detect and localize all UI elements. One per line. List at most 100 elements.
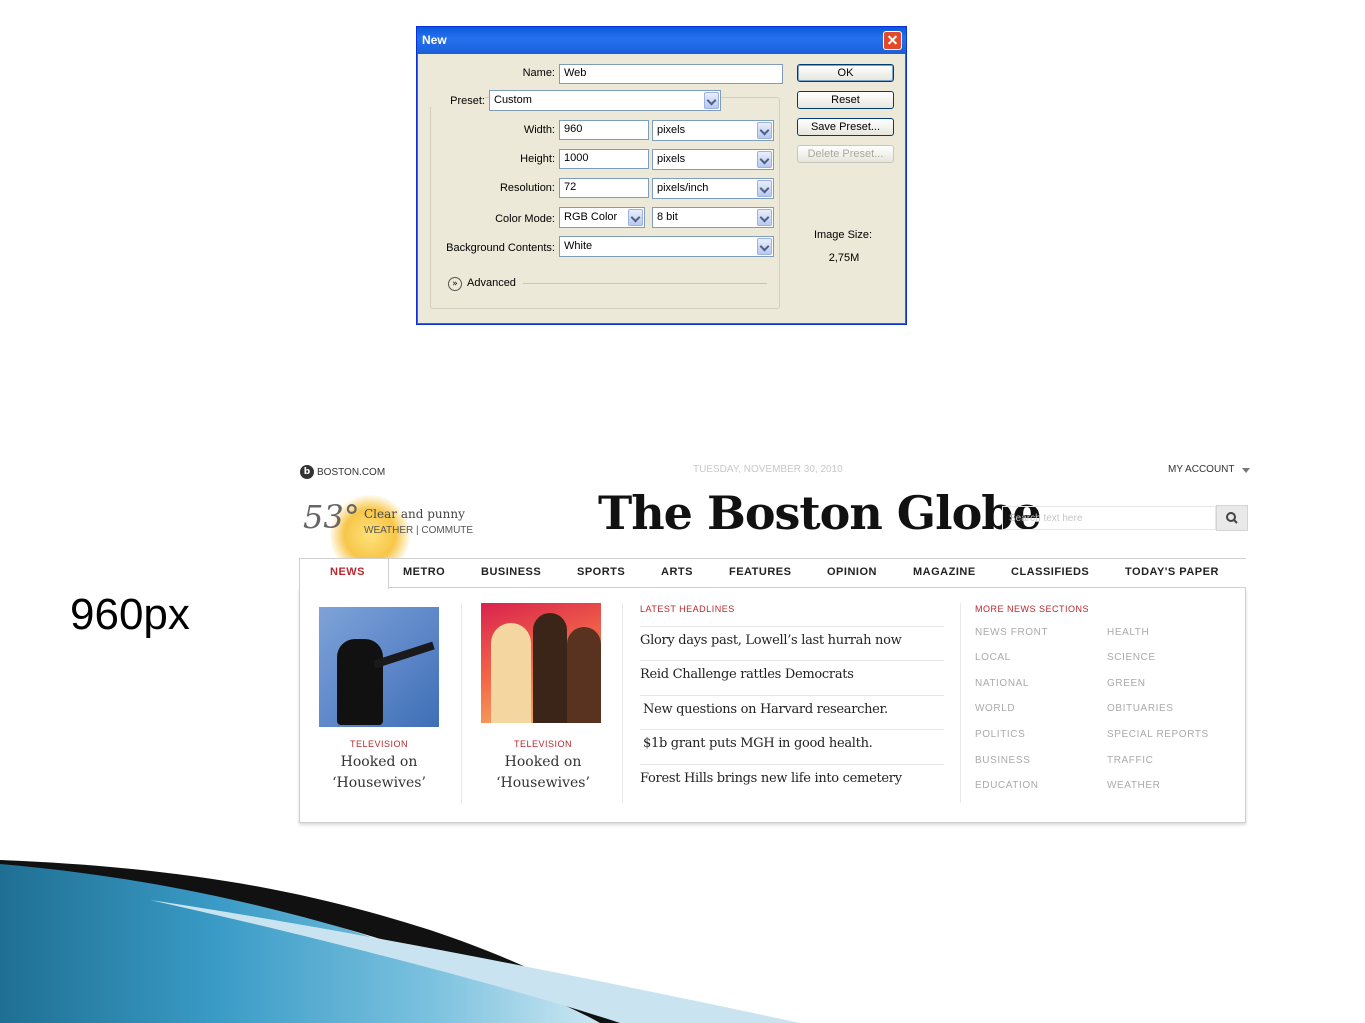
section-link-special-reports[interactable]: SPECIAL REPORTS [1107,729,1209,740]
advanced-label[interactable]: Advanced [467,277,516,289]
resolution-unit-select[interactable]: pixels/inch [652,178,774,199]
latest-headlines-title: LATEST HEADLINES [640,604,735,614]
headline-divider [640,660,944,661]
chevron-down-icon[interactable] [757,238,772,255]
background-contents-select[interactable]: White [559,236,774,257]
save-preset-button[interactable]: Save Preset... [797,118,894,136]
background-contents-value: White [564,240,593,252]
headline-divider [640,729,944,730]
height-unit-select[interactable]: pixels [652,149,774,170]
preset-label: Preset: [430,95,485,107]
story-image-person [491,623,531,723]
headline-2[interactable]: Reid Challenge rattles Democrats [640,667,854,682]
ok-button[interactable]: OK [797,64,894,82]
expand-advanced-icon[interactable]: » [448,277,462,291]
nav-features[interactable]: FEATURES [729,566,791,578]
story-image-2[interactable] [481,603,601,723]
height-unit-value: pixels [657,153,686,165]
resolution-unit-value: pixels/inch [657,182,709,194]
chevron-down-icon[interactable] [628,209,643,226]
bit-depth-select[interactable]: 8 bit [652,207,774,228]
headline-3[interactable]: New questions on Harvard researcher. [643,702,888,717]
dialog-title: New [422,33,447,47]
boston-com-logo-icon: b [300,465,314,479]
weather-commute-links[interactable]: WEATHER | COMMUTE [364,525,473,536]
chevron-down-icon[interactable] [1242,468,1250,473]
column-divider [622,603,623,803]
width-input[interactable]: 960 [559,120,649,140]
boston-com-brand[interactable]: BOSTON.COM [317,467,385,478]
story-1-title-line2: ‘Housewives’ [332,775,426,791]
section-link-education[interactable]: EDUCATION [975,780,1039,791]
story-image-person [533,613,567,723]
story-2-title-line2: ‘Housewives’ [496,775,590,791]
name-label: Name: [522,67,555,79]
section-link-traffic[interactable]: TRAFFIC [1107,755,1153,766]
chevron-down-icon[interactable] [757,209,772,226]
search-button[interactable] [1216,505,1248,531]
slide-swoosh-decoration [0,860,800,1023]
color-mode-value: RGB Color [564,211,618,223]
nav-news[interactable]: NEWS [330,566,365,578]
background-contents-label: Background Contents: [446,242,555,254]
site-date: TUESDAY, NOVEMBER 30, 2010 [693,464,843,475]
headline-divider [640,626,944,627]
story-1-kicker[interactable]: TELEVISION [319,739,439,749]
section-link-politics[interactable]: POLITICS [975,729,1025,740]
story-1-title[interactable]: Hooked on ‘Housewives’ [319,752,439,794]
headline-5[interactable]: Forest Hills brings new life into cemete… [640,771,902,786]
my-account-link[interactable]: MY ACCOUNT [1168,464,1235,475]
headline-divider [640,695,944,696]
site-search-input[interactable]: Search text here [1002,506,1216,530]
section-link-green[interactable]: GREEN [1107,678,1146,689]
resolution-input[interactable]: 72 [559,178,649,198]
color-mode-select[interactable]: RGB Color [559,207,645,228]
bit-depth-value: 8 bit [657,211,678,223]
nav-arts[interactable]: ARTS [661,566,693,578]
width-unit-select[interactable]: pixels [652,120,774,141]
headline-4[interactable]: $1b grant puts MGH in good health. [643,736,873,751]
section-link-science[interactable]: SCIENCE [1107,652,1156,663]
resolution-label: Resolution: [499,182,555,194]
nav-magazine[interactable]: MAGAZINE [913,566,976,578]
masthead-logo[interactable]: The Boston Globe [598,486,1042,540]
nav-classifieds[interactable]: CLASSIFIEDS [1011,566,1089,578]
width-unit-value: pixels [657,124,686,136]
name-input[interactable]: Web [559,64,783,84]
chevron-down-icon[interactable] [704,92,719,109]
nav-metro[interactable]: METRO [403,566,445,578]
advanced-divider [523,283,767,284]
section-link-business[interactable]: BUSINESS [975,755,1030,766]
section-link-local[interactable]: LOCAL [975,652,1011,663]
section-link-news-front[interactable]: NEWS FRONT [975,627,1048,638]
nav-business[interactable]: BUSINESS [481,566,541,578]
reset-button[interactable]: Reset [797,91,894,109]
nav-opinion[interactable]: OPINION [827,566,877,578]
preset-select[interactable]: Custom [489,90,721,111]
column-divider [461,603,462,803]
search-icon [1226,512,1238,524]
section-link-weather[interactable]: WEATHER [1107,780,1160,791]
chevron-down-icon[interactable] [757,180,772,197]
nav-sports[interactable]: SPORTS [577,566,625,578]
column-divider [960,603,961,803]
close-icon[interactable] [883,31,902,50]
height-input[interactable]: 1000 [559,149,649,169]
section-link-world[interactable]: WORLD [975,703,1015,714]
preset-value: Custom [494,94,532,106]
nav-todays-paper[interactable]: TODAY'S PAPER [1125,566,1219,578]
image-size-label: Image Size: [813,229,873,241]
chevron-down-icon[interactable] [757,122,772,139]
chevron-down-icon[interactable] [757,151,772,168]
story-2-title[interactable]: Hooked on ‘Housewives’ [481,752,605,794]
section-link-national[interactable]: NATIONAL [975,678,1029,689]
section-link-obituaries[interactable]: OBITUARIES [1107,703,1174,714]
width-annotation: 960px [70,590,190,639]
more-news-sections-title: MORE NEWS SECTIONS [975,604,1090,614]
section-link-health[interactable]: HEALTH [1107,627,1149,638]
story-image-1[interactable] [319,607,439,727]
story-image-person [567,627,601,723]
story-2-kicker[interactable]: TELEVISION [481,739,605,749]
weather-temperature: 53° [303,498,360,536]
headline-1[interactable]: Glory days past, Lowell’s last hurrah no… [640,633,902,648]
